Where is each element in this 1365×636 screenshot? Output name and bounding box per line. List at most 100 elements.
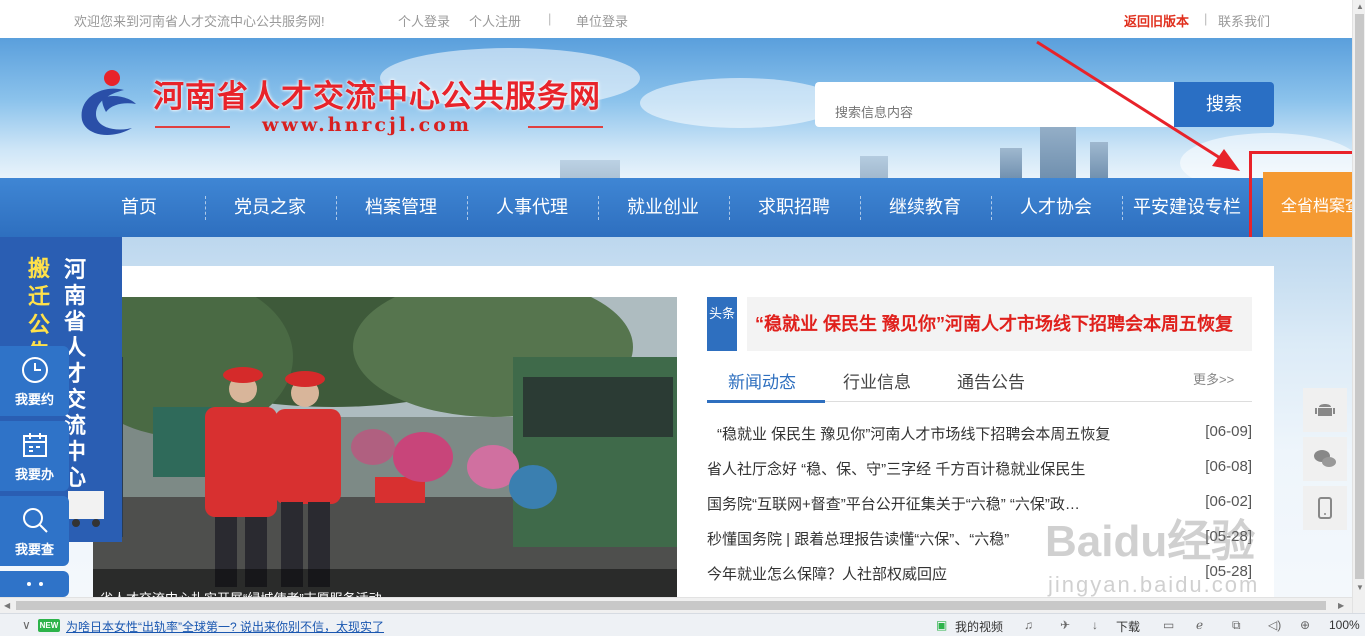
- wechat-icon: [1314, 450, 1336, 467]
- android-app-button[interactable]: [1303, 388, 1347, 432]
- vertical-scrollbar[interactable]: ▲ ▼: [1352, 0, 1365, 613]
- mobile-site-button[interactable]: [1303, 486, 1347, 530]
- headphones-icon[interactable]: ♫: [1024, 618, 1033, 632]
- nav-item-association[interactable]: 人才协会: [1004, 178, 1108, 237]
- divider: |: [548, 11, 552, 26]
- news-item[interactable]: “稳就业 保民生 豫见你”河南人才市场线下招聘会本周五恢复 [06-09]: [707, 423, 1252, 443]
- site-title: 河南省人才交流中心公共服务网: [153, 79, 601, 115]
- site-url: www.hnrcjl.com: [262, 114, 473, 136]
- horizontal-scroll-thumb[interactable]: [16, 601, 1326, 610]
- search-input[interactable]: [815, 82, 1175, 127]
- site-logo-icon: [81, 70, 136, 135]
- news-photo[interactable]: [93, 297, 677, 597]
- truck-icon: [68, 491, 104, 527]
- nav-divider: [860, 196, 861, 220]
- chevron-down-icon[interactable]: ∨: [22, 618, 31, 632]
- download-icon[interactable]: ↓: [1092, 618, 1098, 632]
- tab-news[interactable]: 新闻动态: [728, 368, 796, 393]
- zoom-level[interactable]: 100%: [1329, 618, 1360, 632]
- more-link[interactable]: 更多>>: [1193, 369, 1234, 388]
- news-title[interactable]: 省人社厅念好 “稳、保、守”三字经 千方百计稳就业保民生: [707, 458, 1172, 479]
- dots-icon: [26, 582, 43, 586]
- browser-page: 欢迎您来到河南省人才交流中心公共服务网! 个人登录 个人注册 | 单位登录 返回…: [0, 0, 1365, 636]
- scroll-down-icon[interactable]: ▼: [1356, 583, 1364, 592]
- header-banner: 河南省人才交流中心公共服务网 www.hnrcjl.com 搜索: [0, 38, 1352, 178]
- nav-divider: [467, 196, 468, 220]
- speaker-icon[interactable]: ◁): [1268, 618, 1281, 632]
- nav-divider: [991, 196, 992, 220]
- more-side-button[interactable]: [0, 571, 69, 597]
- headline-tag: 头条: [707, 297, 737, 351]
- decorative-line: [155, 126, 230, 128]
- new-badge: NEW: [38, 619, 60, 632]
- nav-divider: [598, 196, 599, 220]
- download-button[interactable]: 下载: [1116, 618, 1140, 635]
- cloud-decoration: [640, 78, 840, 128]
- pin-icon[interactable]: ✈: [1060, 618, 1070, 632]
- personal-register-link[interactable]: 个人注册: [469, 11, 521, 30]
- zoom-icon[interactable]: ⊕: [1300, 618, 1310, 632]
- news-date: [06-08]: [1205, 458, 1252, 475]
- building-decoration: [1090, 142, 1108, 178]
- clock-icon: [21, 357, 48, 383]
- personal-login-link[interactable]: 个人登录: [398, 11, 450, 30]
- appointment-label: 我要约: [14, 392, 54, 407]
- nav-item-home[interactable]: 首页: [100, 178, 178, 237]
- nav-item-employment[interactable]: 就业创业: [611, 178, 715, 237]
- old-version-link[interactable]: 返回旧版本: [1124, 11, 1189, 30]
- highlight-annotation-box: [1249, 151, 1361, 242]
- nav-item-personnel-agency[interactable]: 人事代理: [480, 178, 584, 237]
- vertical-scroll-thumb[interactable]: [1355, 14, 1364, 579]
- nav-item-safety[interactable]: 平安建设专栏: [1128, 178, 1246, 237]
- query-button[interactable]: 我要查: [0, 496, 69, 566]
- query-label: 我要查: [14, 542, 54, 557]
- copy-icon[interactable]: ⧉: [1232, 618, 1241, 633]
- nav-item-education[interactable]: 继续教育: [873, 178, 977, 237]
- tab-industry[interactable]: 行业信息: [843, 368, 911, 393]
- layout-icon[interactable]: ▭: [1163, 618, 1174, 632]
- news-ticker-link[interactable]: 为啥日本女性“出轨率”全球第一? 说出来你别不信，太现实了: [66, 618, 384, 635]
- nav-item-archives[interactable]: 档案管理: [349, 178, 453, 237]
- nav-divider: [205, 196, 206, 220]
- welcome-text: 欢迎您来到河南省人才交流中心公共服务网!: [74, 14, 325, 29]
- volunteers-photo-image: [93, 297, 677, 597]
- horizontal-scrollbar[interactable]: ◀ ▶: [0, 597, 1352, 613]
- decorative-line: [528, 126, 603, 128]
- my-video-button[interactable]: 我的视频: [955, 618, 1003, 635]
- news-date: [06-09]: [1205, 423, 1252, 440]
- browser-status-bar: ∨ NEW 为啥日本女性“出轨率”全球第一? 说出来你别不信，太现实了 ▣ 我的…: [0, 613, 1365, 636]
- scroll-left-icon[interactable]: ◀: [4, 601, 10, 610]
- divider: |: [1204, 11, 1208, 26]
- appointment-button[interactable]: 我要约: [0, 346, 69, 416]
- building-decoration: [860, 156, 888, 178]
- watermark-logo: Baidu经验: [1045, 517, 1256, 566]
- handle-business-label: 我要办: [14, 467, 54, 482]
- building-decoration: [560, 160, 620, 178]
- handle-business-button[interactable]: 我要办: [0, 421, 69, 491]
- news-item[interactable]: 省人社厅念好 “稳、保、守”三字经 千方百计稳就业保民生 [06-08]: [707, 458, 1252, 478]
- watermark-url: jingyan.baidu.com: [1048, 572, 1260, 597]
- search-icon: [22, 508, 48, 533]
- unit-login-link[interactable]: 单位登录: [576, 11, 628, 30]
- scroll-up-icon[interactable]: ▲: [1356, 2, 1364, 11]
- news-title[interactable]: “稳就业 保民生 豫见你”河南人才市场线下招聘会本周五恢复: [707, 423, 1172, 444]
- android-icon: [1315, 404, 1335, 416]
- nav-divider: [729, 196, 730, 220]
- headline-link[interactable]: “稳就业 保民生 豫见你”河南人才市场线下招聘会本周五恢复: [747, 297, 1252, 351]
- nav-item-recruitment[interactable]: 求职招聘: [742, 178, 846, 237]
- main-nav: 首页 党员之家 档案管理 人事代理 就业创业 求职招聘 继续教育 人才协会 平安…: [0, 178, 1352, 237]
- tab-notices[interactable]: 通告公告: [957, 368, 1025, 393]
- calendar-icon: [22, 433, 47, 457]
- building-decoration: [1000, 148, 1022, 178]
- ie-icon[interactable]: ℯ: [1196, 618, 1203, 632]
- nav-divider: [336, 196, 337, 220]
- active-tab-indicator: [707, 400, 825, 403]
- nav-divider: [1122, 196, 1123, 220]
- scroll-right-icon[interactable]: ▶: [1338, 601, 1344, 610]
- video-icon: ▣: [936, 618, 948, 632]
- contact-link[interactable]: 联系我们: [1218, 11, 1270, 30]
- news-tabs: 新闻动态 行业信息 通告公告: [707, 360, 1252, 402]
- wechat-button[interactable]: [1303, 437, 1347, 481]
- search-button[interactable]: 搜索: [1174, 82, 1274, 127]
- nav-item-party[interactable]: 党员之家: [218, 178, 322, 237]
